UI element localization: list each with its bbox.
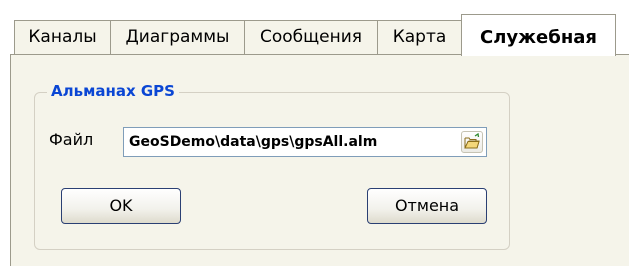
file-label: Файл — [49, 130, 94, 149]
file-path-value: GeoSDemo\data\gps\gpsAll.alm — [129, 134, 378, 150]
folder-open-icon — [464, 132, 480, 149]
tab-map[interactable]: Карта — [377, 20, 462, 54]
ok-button[interactable]: OK — [61, 188, 181, 224]
gps-almanac-group: Альманах GPS Файл GeoSDemo\data\gps\gpsA… — [34, 81, 510, 250]
browse-button[interactable] — [461, 131, 483, 153]
file-path-field[interactable]: GeoSDemo\data\gps\gpsAll.alm — [123, 127, 487, 157]
tab-diagrams[interactable]: Диаграммы — [110, 20, 245, 54]
settings-window: Каналы Диаграммы Сообщения Карта Служебн… — [0, 0, 629, 266]
group-title: Альманах GPS — [47, 81, 179, 101]
tab-service[interactable]: Служебная — [461, 14, 616, 56]
cancel-button[interactable]: Отмена — [367, 188, 487, 224]
tab-channels[interactable]: Каналы — [14, 20, 111, 54]
tab-messages[interactable]: Сообщения — [244, 20, 378, 54]
